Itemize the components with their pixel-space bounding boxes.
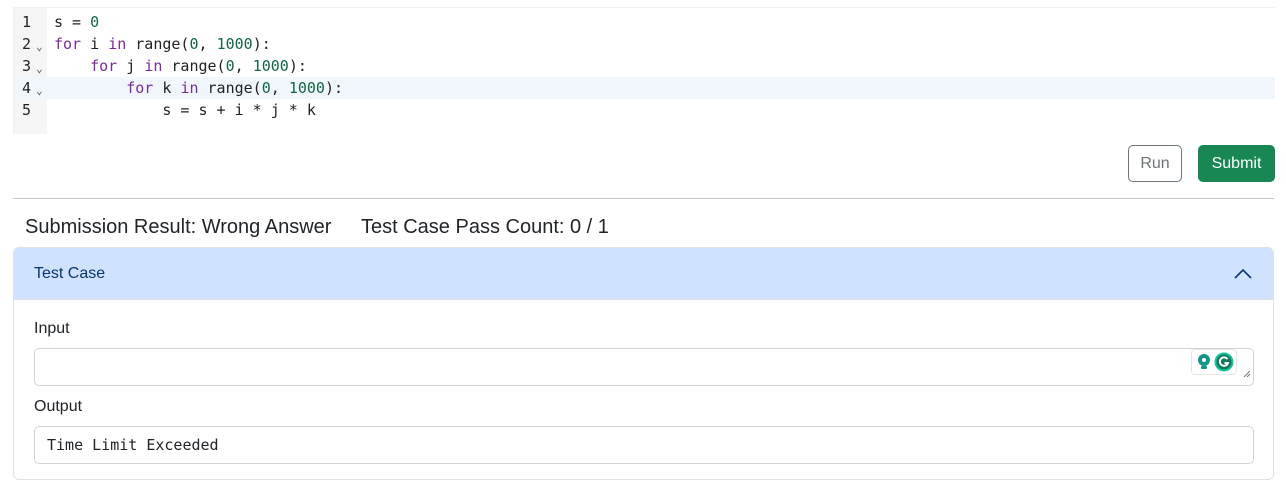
chevron-up-icon[interactable] <box>1233 264 1253 289</box>
code-text: s = s + i * j * k <box>162 101 316 119</box>
code-text: s = 0 <box>54 13 100 31</box>
code-text: for i in range(0, 1000): <box>54 35 271 53</box>
code-line[interactable]: 2 ⌄ for i in range(0, 1000): <box>14 33 1275 55</box>
input-textarea[interactable] <box>34 348 1254 386</box>
code-line[interactable]: 1 s = 0 <box>14 11 1275 33</box>
accordion-header[interactable]: Test Case <box>14 248 1273 300</box>
output-value: Time Limit Exceeded <box>47 436 219 454</box>
code-text: for j in range(0, 1000): <box>90 57 307 75</box>
submission-result: Submission Result: Wrong Answer <box>25 216 332 238</box>
test-case-accordion: Test Case Input Output Time Limit Exceed… <box>13 247 1274 480</box>
run-button[interactable]: Run <box>1128 145 1182 182</box>
line-number: 2 <box>22 35 32 53</box>
line-number: 5 <box>22 101 32 119</box>
code-text: for k in range(0, 1000): <box>126 79 343 97</box>
code-line[interactable]: 3 ⌄ for j in range(0, 1000): <box>14 55 1275 77</box>
code-line[interactable]: 4 ⌄ for k in range(0, 1000): <box>14 77 1275 99</box>
resize-handle-icon[interactable] <box>1243 365 1251 383</box>
code-editor[interactable]: 1 s = 0 2 ⌄ for i in range(0, 1000): 3 ⌄ for j… <box>13 7 1275 134</box>
divider <box>13 198 1274 199</box>
line-number: 3 <box>22 57 32 75</box>
input-label: Input <box>34 320 70 337</box>
grammarly-icon[interactable] <box>1214 352 1234 377</box>
code-line[interactable]: 5 s = s + i * j * k <box>14 99 1275 121</box>
line-number: 4 <box>22 79 32 97</box>
line-number: 1 <box>22 13 32 31</box>
accordion-title: Test Case <box>34 265 106 282</box>
extension-icons[interactable] <box>1191 349 1237 375</box>
lightbulb-icon[interactable] <box>1196 353 1212 376</box>
output-field: Time Limit Exceeded <box>34 426 1254 464</box>
submit-button[interactable]: Submit <box>1198 145 1275 182</box>
pass-count: Test Case Pass Count: 0 / 1 <box>361 216 609 238</box>
output-label: Output <box>34 398 83 415</box>
